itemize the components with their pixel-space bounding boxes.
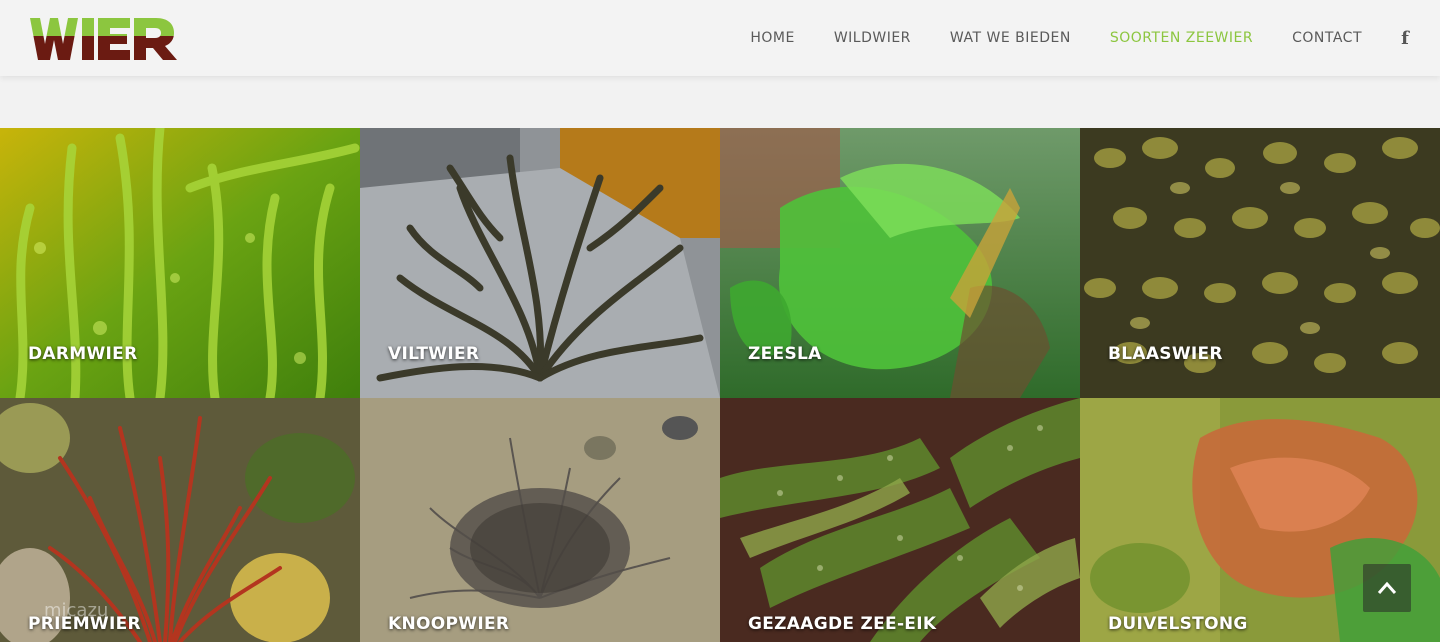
nav-soorten-zeewier[interactable]: SOORTEN ZEEWIER [1110,30,1253,46]
tile-label: DARMWIER [28,344,138,364]
seaweed-grid: DARMWIER VILTWIER ZEESLA BLAASWIER PRIEM… [0,128,1440,642]
tile-blaaswier[interactable]: BLAASWIER [1080,128,1440,398]
knoopwier-image [360,398,720,642]
main-nav: HOME WILDWIER WAT WE BIEDEN SOORTEN ZEEW… [711,0,1412,76]
tile-label: KNOOPWIER [388,614,510,634]
tile-label: ZEESLA [748,344,822,364]
tile-label: GEZAAGDE ZEE-EIK [748,614,937,634]
tile-viltwier[interactable]: VILTWIER [360,128,720,398]
back-to-top-button[interactable] [1363,564,1411,612]
watermark: micazu [44,600,109,621]
site-header: HOME WILDWIER WAT WE BIEDEN SOORTEN ZEEW… [0,0,1440,76]
tile-label: VILTWIER [388,344,480,364]
tile-label: DUIVELSTONG [1108,614,1248,634]
nav-home[interactable]: HOME [750,30,794,46]
chevron-up-icon [1377,581,1397,594]
tile-knoopwier[interactable]: KNOOPWIER [360,398,720,642]
nav-wildwier[interactable]: WILDWIER [834,30,911,46]
wier-logo[interactable] [30,12,194,64]
tile-darmwier[interactable]: DARMWIER [0,128,360,398]
tile-label: BLAASWIER [1108,344,1223,364]
nav-contact[interactable]: CONTACT [1292,30,1362,46]
facebook-icon[interactable]: f [1398,28,1412,49]
gezaagde-zee-eik-image [720,398,1080,642]
tile-gezaagde-zee-eik[interactable]: GEZAAGDE ZEE-EIK [720,398,1080,642]
tile-zeesla[interactable]: ZEESLA [720,128,1080,398]
nav-wat-we-bieden[interactable]: WAT WE BIEDEN [950,30,1071,46]
